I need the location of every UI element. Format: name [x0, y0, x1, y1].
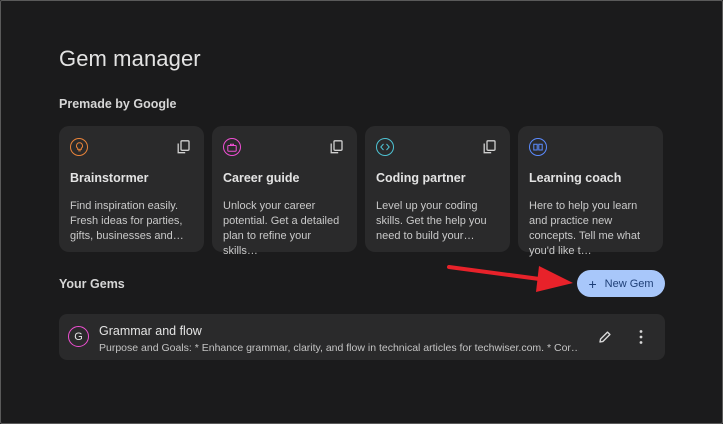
card-description: Level up your coding skills. Get the hel… [376, 200, 487, 242]
code-icon [376, 138, 394, 156]
gem-avatar: G [68, 326, 89, 347]
copy-icon[interactable] [330, 140, 343, 154]
premade-card-career-guide[interactable]: Career guide Unlock your career potentia… [212, 126, 357, 257]
card-title: Coding partner [376, 171, 466, 185]
card-description: Here to help you learn and practice new … [529, 200, 641, 257]
lightbulb-icon [70, 138, 88, 156]
gem-name: Grammar and flow [99, 324, 202, 338]
premade-card-learning-coach[interactable]: Learning coach Here to help you learn an… [518, 126, 663, 257]
new-gem-button[interactable]: + New Gem [577, 270, 665, 297]
premade-card-brainstormer[interactable]: Brainstormer Find inspiration easily. Fr… [59, 126, 204, 252]
gem-manager-window: Gem manager Premade by Google Brainstorm… [0, 0, 723, 424]
copy-icon[interactable] [483, 140, 496, 154]
your-gems-section-label: Your Gems [59, 277, 125, 291]
card-title: Learning coach [529, 171, 622, 185]
card-description: Unlock your career potential. Get a deta… [223, 200, 340, 257]
premade-card-coding-partner[interactable]: Coding partner Level up your coding skil… [365, 126, 510, 252]
plus-icon: + [588, 275, 597, 292]
annotation-arrow-icon [447, 265, 573, 292]
briefcase-icon [223, 138, 241, 156]
premade-section-label: Premade by Google [59, 97, 177, 111]
edit-pencil-icon[interactable] [598, 330, 612, 344]
card-title: Brainstormer [70, 171, 149, 185]
card-title: Career guide [223, 171, 300, 185]
more-vert-icon[interactable] [638, 329, 644, 345]
book-icon [529, 138, 547, 156]
gem-list-item[interactable]: G Grammar and flow Purpose and Goals: * … [59, 314, 665, 360]
gem-description: Purpose and Goals: * Enhance grammar, cl… [99, 342, 579, 354]
copy-icon[interactable] [177, 140, 190, 154]
new-gem-label: New Gem [604, 277, 654, 290]
card-description: Find inspiration easily. Fresh ideas for… [70, 200, 184, 242]
page-title: Gem manager [59, 46, 201, 71]
